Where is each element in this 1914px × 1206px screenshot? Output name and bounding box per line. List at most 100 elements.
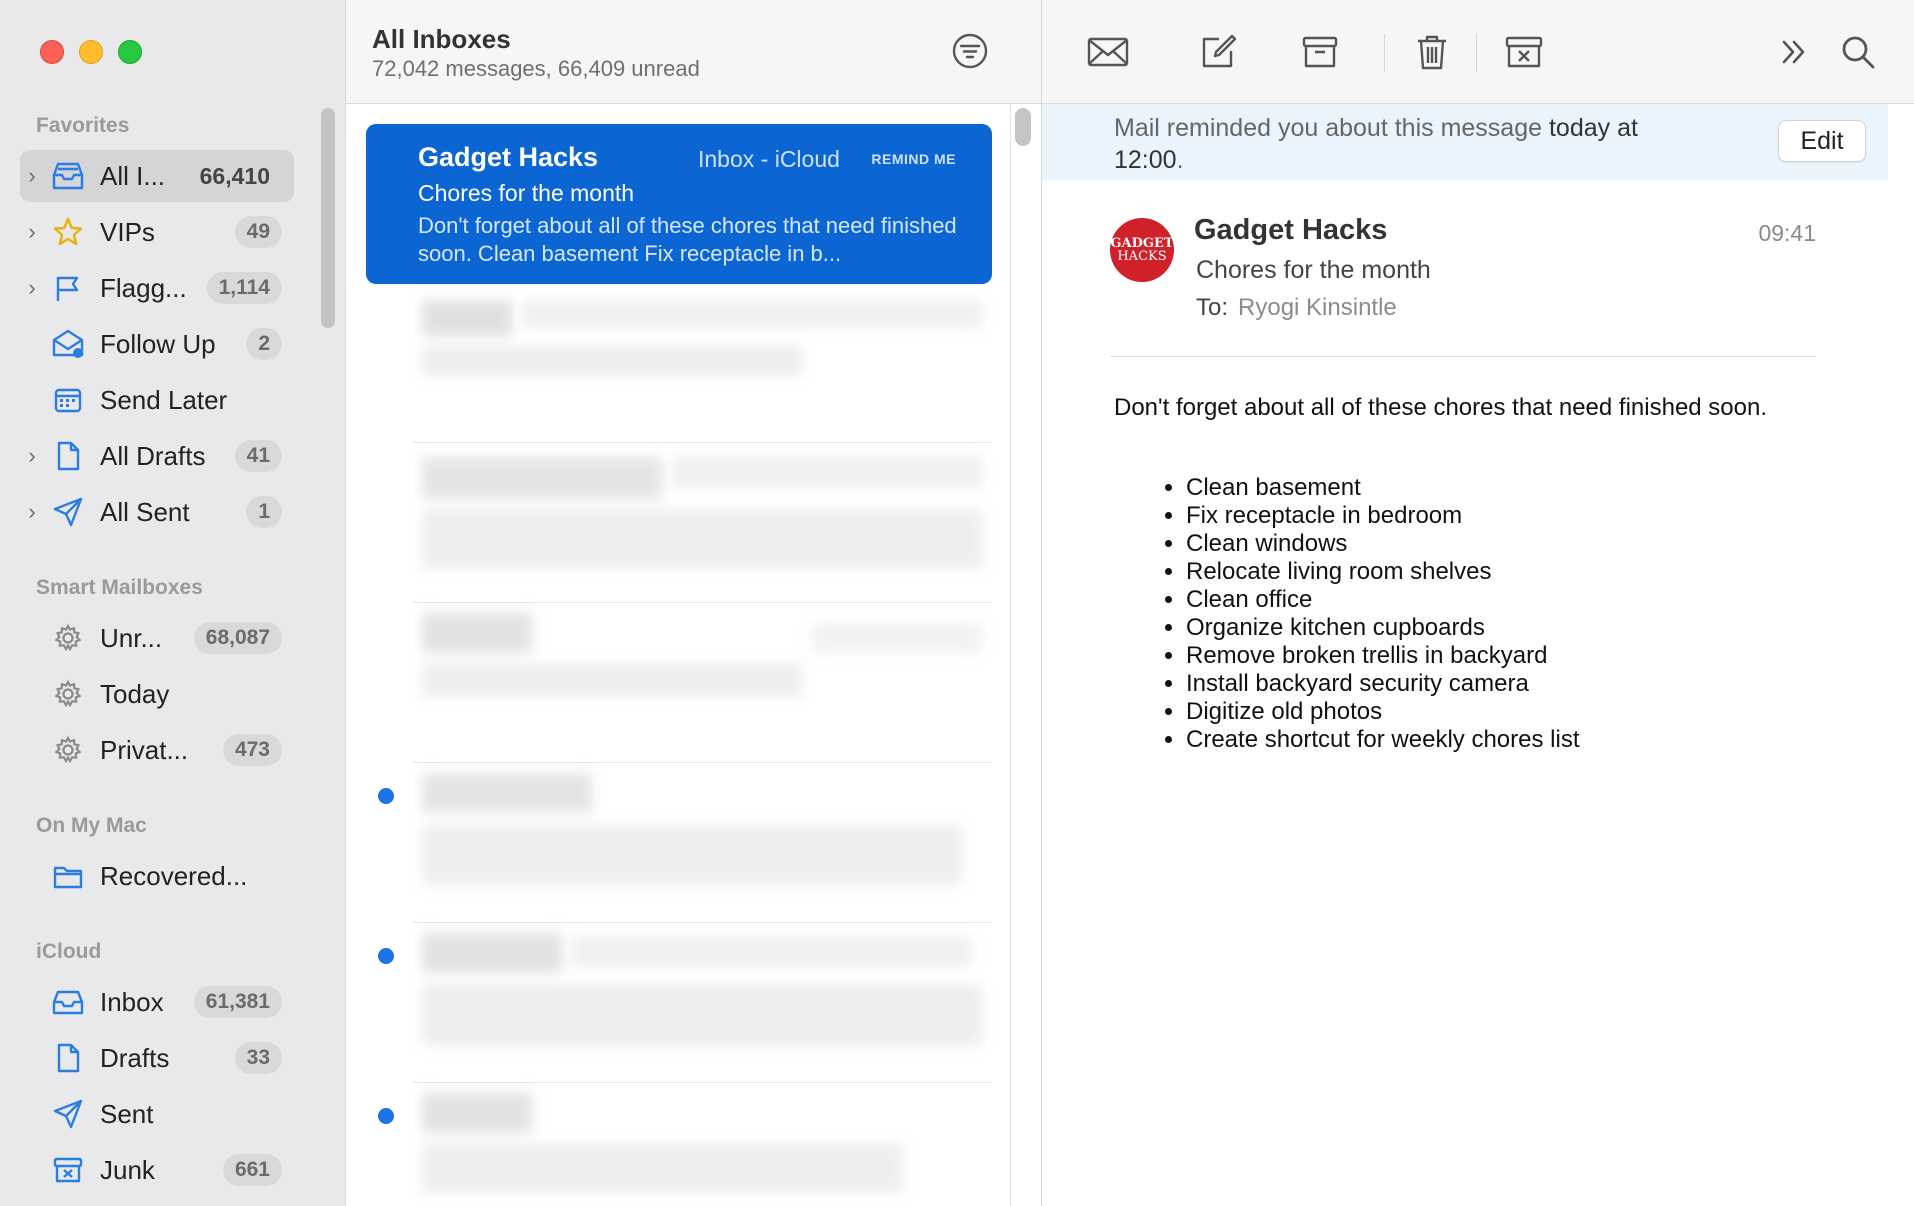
message-row[interactable]	[412, 922, 992, 1066]
list-item: Fix receptacle in bedroom	[1186, 502, 1579, 530]
sidebar-item-all-drafts[interactable]: › All Drafts 41	[20, 430, 294, 482]
chevron-right-icon[interactable]: ›	[20, 275, 44, 301]
sidebar-item-label: All Drafts	[100, 440, 206, 471]
unread-count-badge: 473	[222, 734, 282, 766]
sidebar-item-recovered[interactable]: Recovered...	[20, 850, 294, 902]
search-button[interactable]	[1836, 30, 1880, 74]
unread-count-badge: 661	[222, 1154, 282, 1186]
sidebar-item-flagged[interactable]: › Flagg... 1,114	[20, 262, 294, 314]
unread-count-badge: 33	[234, 1042, 282, 1074]
sidebar-item-private[interactable]: Privat... 473	[20, 724, 294, 776]
email-subject: Chores for the month	[1196, 256, 1431, 284]
message-list-scrollbar[interactable]	[1015, 108, 1031, 146]
unread-count-badge: 49	[234, 216, 282, 248]
junk-button[interactable]	[1502, 30, 1546, 74]
sidebar-item-label: Inbox	[100, 986, 164, 1017]
sidebar-item-junk[interactable]: Junk 661	[20, 1144, 294, 1196]
sidebar-item-label: All Sent	[100, 496, 190, 527]
junk-box-icon	[1505, 36, 1543, 68]
chevron-right-icon[interactable]: ›	[20, 499, 44, 525]
sidebar-item-label: Junk	[100, 1154, 155, 1185]
sidebar-item-label: Send Later	[100, 384, 228, 415]
message-list-header: All Inboxes 72,042 messages, 66,409 unre…	[346, 0, 1041, 104]
message-row-selected[interactable]: Gadget Hacks Inbox - iCloud REMIND ME Ch…	[366, 124, 992, 284]
sidebar-item-unread[interactable]: Unr... 68,087	[20, 612, 294, 664]
reminder-banner-text: Mail reminded you about this message tod…	[1114, 114, 1638, 174]
message-row[interactable]	[412, 1082, 992, 1206]
zoom-window-button[interactable]	[118, 40, 142, 64]
folder-icon	[50, 858, 86, 894]
paper-plane-icon	[50, 1096, 86, 1132]
minimize-window-button[interactable]	[79, 40, 103, 64]
avatar: GADGET HACKS	[1110, 218, 1174, 282]
sidebar-item-label: Today	[100, 678, 170, 709]
email-recipients: To: Ryogi Kinsintle	[1196, 294, 1397, 321]
sidebar-item-send-later[interactable]: Send Later	[20, 374, 294, 426]
reminder-banner: Mail reminded you about this message tod…	[1042, 104, 1888, 180]
list-item: Create shortcut for weekly chores list	[1186, 726, 1579, 754]
sidebar-item-drafts[interactable]: Drafts 33	[20, 1032, 294, 1084]
message-row[interactable]	[412, 602, 992, 746]
message-row[interactable]	[412, 290, 992, 434]
message-list-scroll-track	[1010, 104, 1011, 1206]
sidebar-scrollbar[interactable]	[321, 108, 335, 328]
star-icon	[50, 214, 86, 250]
junk-box-icon	[50, 1152, 86, 1188]
unread-count-badge: 61,381	[193, 986, 282, 1018]
reader-toolbar	[1042, 0, 1914, 104]
sidebar-item-label: Sent	[100, 1098, 154, 1129]
sidebar-item-all-inboxes[interactable]: › All I... 66,410	[20, 150, 294, 202]
close-window-button[interactable]	[40, 40, 64, 64]
follow-up-envelope-icon	[50, 326, 86, 362]
unread-count-badge: 68,087	[193, 622, 282, 654]
list-item: Clean office	[1186, 586, 1579, 614]
chevron-right-icon[interactable]: ›	[20, 163, 44, 189]
sidebar-item-label: Flagg...	[100, 272, 187, 303]
list-item: Digitize old photos	[1186, 698, 1579, 726]
edit-reminder-button[interactable]: Edit	[1778, 120, 1866, 162]
list-item: Relocate living room shelves	[1186, 558, 1579, 586]
paper-plane-icon	[50, 494, 86, 530]
filter-icon	[952, 33, 988, 69]
more-toolbar-items-button[interactable]	[1772, 30, 1816, 74]
chevron-right-icon[interactable]: ›	[20, 219, 44, 245]
recipient-name[interactable]: Ryogi Kinsintle	[1238, 294, 1397, 321]
message-list: All Inboxes 72,042 messages, 66,409 unre…	[346, 0, 1042, 1206]
message-count-summary: 72,042 messages, 66,409 unread	[372, 56, 700, 81]
sidebar-item-today[interactable]: Today	[20, 668, 294, 720]
compose-button[interactable]	[1196, 30, 1240, 74]
sidebar-item-follow-up[interactable]: Follow Up 2	[20, 318, 294, 370]
unread-count-badge: 66,410	[199, 162, 270, 189]
chore-list: Clean basement Fix receptacle in bedroom…	[1186, 474, 1579, 754]
header-divider	[1110, 356, 1816, 357]
avatar-logo-text: HACKS	[1117, 249, 1167, 264]
sidebar-item-sent[interactable]: Sent	[20, 1088, 294, 1140]
sidebar-item-label: VIPs	[100, 216, 155, 247]
filter-button[interactable]	[951, 32, 989, 70]
remind-me-tag: REMIND ME	[871, 151, 956, 167]
inbox-stack-icon	[50, 158, 86, 194]
mailbox-title: All Inboxes	[372, 24, 511, 54]
message-row[interactable]	[412, 442, 992, 586]
sidebar-item-vips[interactable]: › VIPs 49	[20, 206, 294, 258]
sidebar-item-label: Unr...	[100, 622, 163, 653]
sidebar-item-label: Recovered...	[100, 860, 248, 891]
chevron-right-icon[interactable]: ›	[20, 443, 44, 469]
compose-icon	[1202, 34, 1237, 68]
unread-count-badge: 1	[246, 496, 282, 528]
email-sender[interactable]: Gadget Hacks	[1194, 214, 1387, 247]
double-chevron-right-icon	[1782, 40, 1805, 64]
unread-count-badge: 41	[234, 440, 282, 472]
delete-button[interactable]	[1410, 30, 1454, 74]
list-item: Install backyard security camera	[1186, 670, 1579, 698]
get-mail-button[interactable]	[1086, 30, 1130, 74]
sidebar-item-inbox[interactable]: Inbox 61,381	[20, 976, 294, 1028]
unread-indicator-dot	[378, 788, 394, 804]
archive-button[interactable]	[1298, 30, 1342, 74]
unread-indicator-dot	[378, 948, 394, 964]
message-row[interactable]	[412, 762, 992, 906]
email-time: 09:41	[1758, 220, 1816, 246]
favorites-section-title: Favorites	[36, 114, 130, 137]
message-preview: Don't forget about all of these chores t…	[418, 213, 957, 266]
sidebar-item-all-sent[interactable]: › All Sent 1	[20, 486, 294, 538]
